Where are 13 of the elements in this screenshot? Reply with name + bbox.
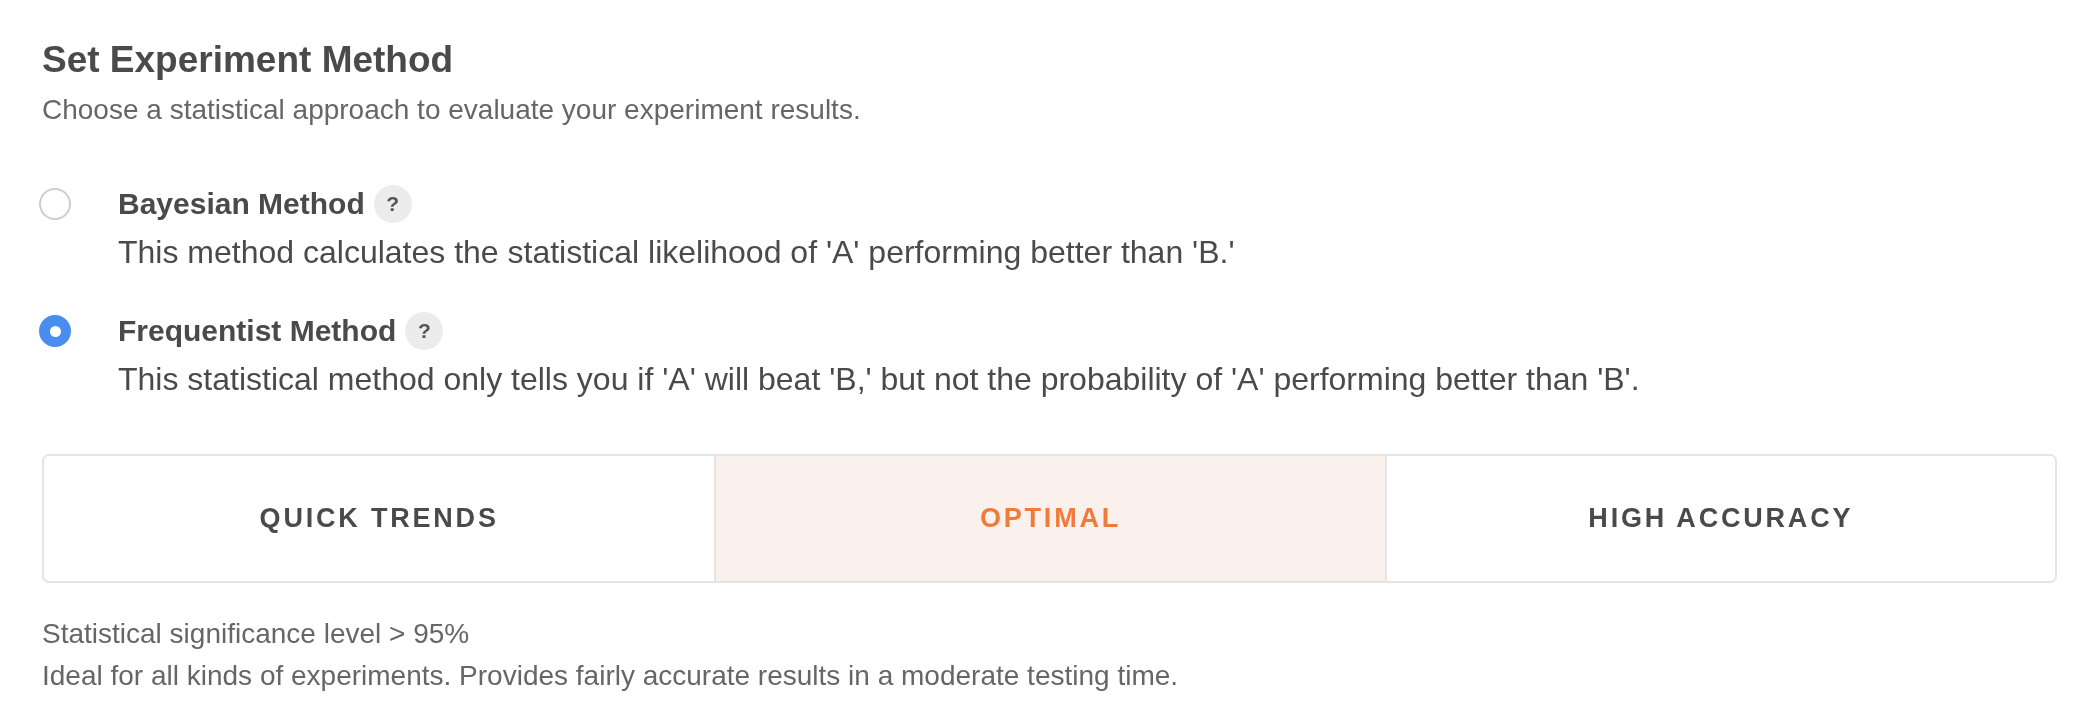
summary-text: Ideal for all kinds of experiments. Provides fairly accurate results in a moderate testing time. [42,659,1180,693]
page-title: Set Experiment Method [42,39,455,81]
method-label: Frequentist Method [118,313,397,349]
method-description: This statistical method only tells you if 'A' will beat 'B,' but not the probability of 'A' performing better than 'B'. [118,360,1641,399]
preset-tab[interactable]: HIGH ACCURACY [1384,456,2055,581]
radio-button[interactable] [39,188,71,220]
help-button[interactable]: ? [373,185,412,223]
method-description: This method calculates the statistical likelihood of 'A' performing better than 'B.' [118,233,1236,272]
page-subtitle: Choose a statistical approach to evaluate your experiment results. [42,93,862,127]
method-label: Bayesian Method [118,186,365,222]
help-button[interactable]: ? [405,312,444,350]
radio-button[interactable] [39,315,71,347]
summary-text: Statistical significance level > 95% [42,617,471,651]
